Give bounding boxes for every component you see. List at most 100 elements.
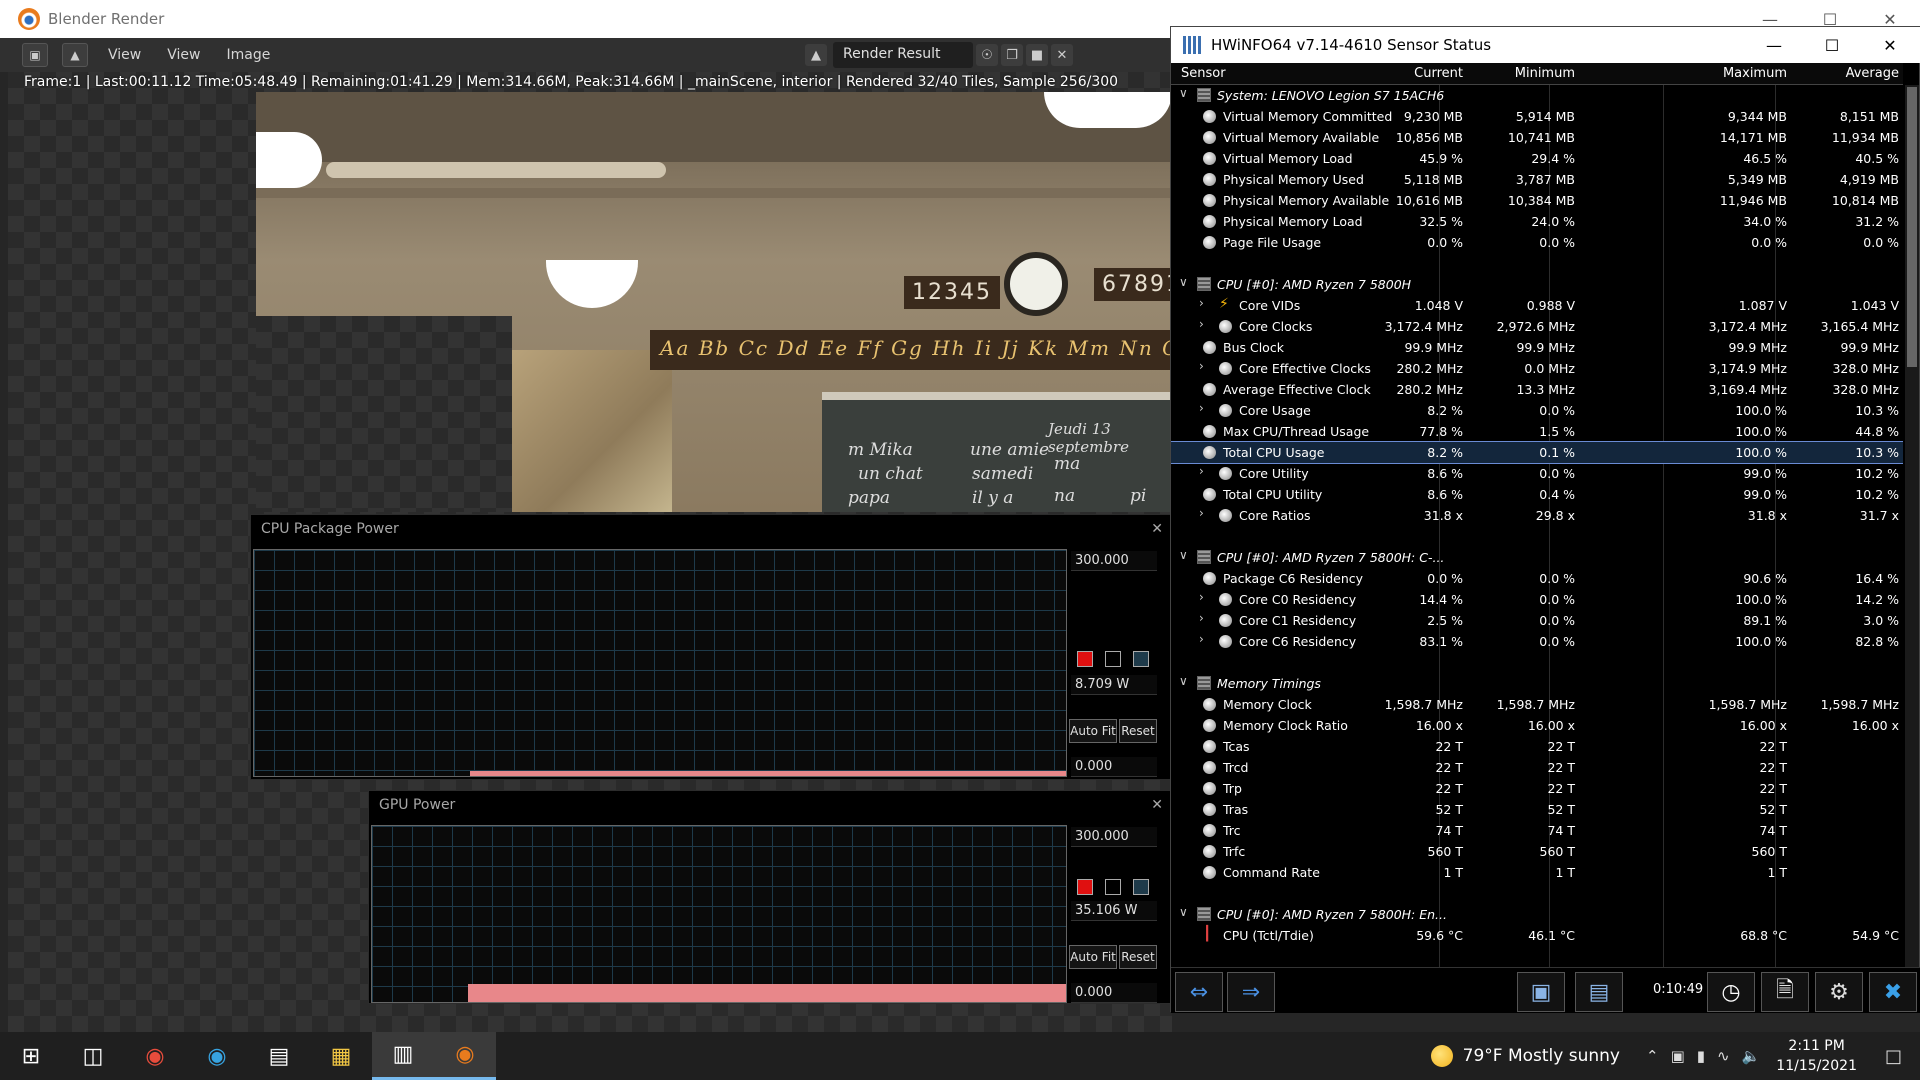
view-menu[interactable]: View [161, 44, 206, 66]
sensor-row[interactable]: Package C6 Residency 0.0 % 0.0 % 90.6 % 16.4… [1171, 568, 1903, 589]
sensor-row[interactable]: ┃ CPU (Tctl/Tdie) 59.6 °C 46.1 °C 68.8 °C 54.… [1171, 925, 1903, 946]
image-browse-icon[interactable]: ▲ [805, 44, 827, 66]
auto-fit-button[interactable]: Auto Fit [1069, 719, 1117, 743]
sensor-row[interactable]: Total CPU Utility 8.6 % 0.4 % 99.0 % 10.2 % [1171, 484, 1903, 505]
collapse-chevron-icon[interactable]: ∨ [1179, 674, 1193, 688]
column-minimum[interactable]: Minimum [1515, 66, 1575, 81]
sensor-row[interactable]: Memory Clock 1,598.7 MHz 1,598.7 MHz 1,598.… [1171, 694, 1903, 715]
sensor-row[interactable]: Bus Clock 99.9 MHz 99.9 MHz 99.9 MHz 99.9 MH… [1171, 337, 1903, 358]
settings-gear-icon[interactable]: ⚙ [1815, 972, 1863, 1012]
sensor-row[interactable]: Total CPU Usage 8.2 % 0.1 % 100.0 % 10.3 % [1171, 441, 1903, 464]
speaker-icon[interactable]: 🔈 [1742, 1047, 1761, 1065]
sensor-row[interactable]: Physical Memory Used 5,118 MB 3,787 MB 5,34… [1171, 169, 1903, 190]
fake-user-shield-icon[interactable]: ☉ [976, 44, 998, 66]
auto-fit-button[interactable]: Auto Fit [1069, 945, 1117, 969]
hwinfo-taskbar-icon[interactable]: ▥ [372, 1032, 434, 1080]
sensor-row[interactable]: › Core Ratios 31.8 x 29.8 x 31.8 x 31.7 x [1171, 505, 1903, 526]
expand-arrows-icon[interactable]: ⇔ [1175, 972, 1223, 1012]
render-result-field[interactable]: Render Result [833, 42, 973, 68]
reset-button[interactable]: Reset [1119, 719, 1157, 743]
notifications-icon[interactable]: □ [1885, 1046, 1902, 1067]
expand-chevron-icon[interactable]: › [1199, 296, 1213, 310]
sensor-row[interactable]: Trfc 560 T 560 T 560 T [1171, 841, 1903, 862]
expand-chevron-icon[interactable]: › [1199, 632, 1213, 646]
color-swatch-black[interactable] [1105, 651, 1121, 667]
device-icon[interactable]: ▣ [1671, 1047, 1685, 1065]
column-average[interactable]: Average [1846, 66, 1899, 81]
chrome-icon[interactable]: ◉ [124, 1032, 186, 1080]
sensor-row[interactable]: Virtual Memory Load 45.9 % 29.4 % 46.5 % 40.… [1171, 148, 1903, 169]
clock-reset-icon[interactable]: ◷ [1707, 972, 1755, 1012]
sensor-group-row[interactable]: ∨ CPU [#0]: AMD Ryzen 7 5800H: En... [1171, 904, 1903, 925]
sensor-group-row[interactable]: ∨ CPU [#0]: AMD Ryzen 7 5800H [1171, 274, 1903, 295]
sensor-group-row[interactable]: ∨ CPU [#0]: AMD Ryzen 7 5800H: C-... [1171, 547, 1903, 568]
expand-chevron-icon[interactable]: › [1199, 590, 1213, 604]
sensor-row[interactable]: Virtual Memory Committed 9,230 MB 5,914 MB… [1171, 106, 1903, 127]
sensor-row[interactable]: Command Rate 1 T 1 T 1 T [1171, 862, 1903, 883]
color-swatch-red[interactable] [1077, 651, 1093, 667]
sensor-row[interactable]: › Core C6 Residency 83.1 % 0.0 % 100.0 % 82.8… [1171, 631, 1903, 652]
sensor-row[interactable]: › Core Effective Clocks 280.2 MHz 0.0 MHz 3,… [1171, 358, 1903, 379]
sensor-row[interactable]: Tcas 22 T 22 T 22 T [1171, 736, 1903, 757]
open-folder-icon[interactable]: ■ [1026, 44, 1048, 66]
new-image-icon[interactable]: ❐ [1001, 44, 1023, 66]
taskbar-clock[interactable]: 2:11 PM 11/15/2021 [1776, 1036, 1857, 1076]
sensor-row[interactable]: Max CPU/Thread Usage 77.8 % 1.5 % 100.0 % 44… [1171, 421, 1903, 442]
network-icon[interactable]: ▤ [1575, 972, 1623, 1012]
wifi-icon[interactable]: ∿ [1717, 1047, 1730, 1065]
sensor-row[interactable]: Tras 52 T 52 T 52 T [1171, 799, 1903, 820]
scrollbar-thumb[interactable] [1907, 87, 1917, 367]
sensor-row[interactable]: › Core Usage 8.2 % 0.0 % 100.0 % 10.3 % [1171, 400, 1903, 421]
graph-close-icon[interactable]: ✕ [1151, 521, 1163, 537]
task-view-icon[interactable]: ◫ [62, 1032, 124, 1080]
sensor-row[interactable]: Page File Usage 0.0 % 0.0 % 0.0 % 0.0 % [1171, 232, 1903, 253]
edge-icon[interactable]: ◉ [186, 1032, 248, 1080]
minimize-icon[interactable]: — [1745, 27, 1803, 63]
expand-chevron-icon[interactable]: › [1199, 359, 1213, 373]
sensor-row[interactable]: › Core Clocks 3,172.4 MHz 2,972.6 MHz 3,172.… [1171, 316, 1903, 337]
add-report-icon[interactable]: 🗎 [1761, 972, 1809, 1012]
sensor-group-row[interactable]: ∨ System: LENOVO Legion S7 15ACH6 [1171, 85, 1903, 106]
sensor-row[interactable]: Trp 22 T 22 T 22 T [1171, 778, 1903, 799]
column-maximum[interactable]: Maximum [1723, 66, 1787, 81]
image-mode-icon[interactable]: ▲ [62, 43, 88, 67]
sensor-row[interactable]: Trc 74 T 74 T 74 T [1171, 820, 1903, 841]
sensor-row[interactable]: Physical Memory Load 32.5 % 24.0 % 34.0 % 31… [1171, 211, 1903, 232]
sensor-row[interactable]: Trcd 22 T 22 T 22 T [1171, 757, 1903, 778]
monitor-icon[interactable]: ▣ [1517, 972, 1565, 1012]
close-x-icon[interactable]: ✖ [1869, 972, 1917, 1012]
close-icon[interactable]: ✕ [1861, 27, 1919, 63]
sensor-row[interactable]: › Core Utility 8.6 % 0.0 % 99.0 % 10.2 % [1171, 463, 1903, 484]
expand-chevron-icon[interactable]: › [1199, 464, 1213, 478]
unlink-close-icon[interactable]: ✕ [1051, 44, 1073, 66]
sensor-row[interactable]: Average Effective Clock 280.2 MHz 13.3 MHz… [1171, 379, 1903, 400]
expand-chevron-icon[interactable]: › [1199, 401, 1213, 415]
graph-window-gpu-power[interactable]: GPU Power ✕ 300.000 35.106 W Auto Fit Re… [368, 790, 1172, 1004]
windows-start-icon[interactable]: ⊞ [0, 1032, 62, 1080]
weather-widget[interactable]: 79°F Mostly sunny [1430, 1045, 1620, 1067]
color-swatch-black[interactable] [1105, 879, 1121, 895]
maximize-icon[interactable]: ☐ [1803, 27, 1861, 63]
sensor-row[interactable]: › ⚡ Core VIDs 1.048 V 0.988 V 1.087 V 1.043 V [1171, 295, 1903, 316]
sensor-group-row[interactable]: ∨ Memory Timings [1171, 673, 1903, 694]
sensor-row[interactable]: Physical Memory Available 10,616 MB 10,384… [1171, 190, 1903, 211]
sensor-row[interactable]: › Core C1 Residency 2.5 % 0.0 % 89.1 % 3.0 % [1171, 610, 1903, 631]
sensor-row[interactable]: Memory Clock Ratio 16.00 x 16.00 x 16.00 x 1… [1171, 715, 1903, 736]
view-mode-menu[interactable]: View [102, 44, 147, 66]
sensor-row[interactable]: Virtual Memory Available 10,856 MB 10,741 … [1171, 127, 1903, 148]
color-swatch-grid[interactable] [1133, 879, 1149, 895]
collapse-chevron-icon[interactable]: ∨ [1179, 905, 1193, 919]
column-sensor[interactable]: Sensor [1181, 66, 1226, 81]
blender-taskbar-icon[interactable]: ◉ [434, 1032, 496, 1080]
expand-chevron-icon[interactable]: › [1199, 506, 1213, 520]
expand-chevron-icon[interactable]: › [1199, 611, 1213, 625]
file-explorer-icon[interactable]: ▦ [310, 1032, 372, 1080]
expand-chevron-icon[interactable]: › [1199, 317, 1213, 331]
terminal-icon[interactable]: ▤ [248, 1032, 310, 1080]
graph-window-cpu-package-power[interactable]: CPU Package Power ✕ 300.000 8.709 W Auto… [250, 514, 1172, 780]
collapse-chevron-icon[interactable]: ∨ [1179, 275, 1193, 289]
collapse-chevron-icon[interactable]: ∨ [1179, 548, 1193, 562]
color-swatch-red[interactable] [1077, 879, 1093, 895]
editor-type-icon[interactable]: ▣ [22, 43, 48, 67]
image-menu[interactable]: Image [220, 44, 276, 66]
